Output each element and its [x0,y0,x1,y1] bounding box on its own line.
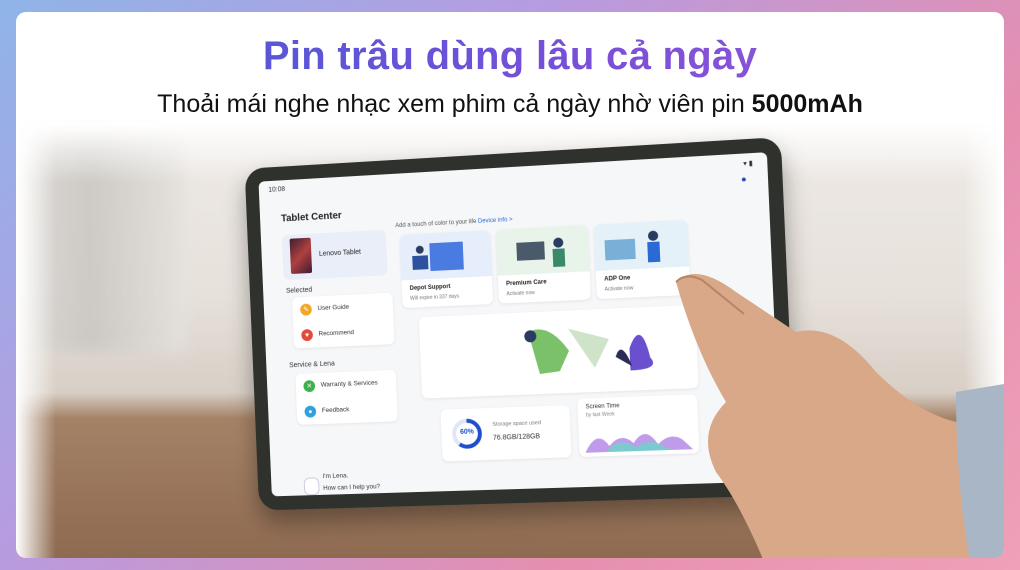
device-name: Lenovo Tablet [318,248,362,258]
promo-message: Add a touch of color to your life [395,218,477,230]
service-card-title: Premium Care [506,279,547,288]
menu-item-label: Feedback [321,406,350,415]
section-selected: Selected [285,286,313,295]
photo-scene: 10:08 ▾ ▮ ● Tablet Center Lenovo Tablet … [16,122,1004,558]
menu-item-label: Recommend [318,329,355,338]
section-service: Service & Lena [289,360,335,370]
book-icon: ✎ [300,303,313,316]
menu-item-label: Warranty & Services [320,379,378,389]
wrench-icon: ✕ [303,380,316,393]
status-time: 10:08 [268,186,286,194]
hand-holding-tablet [675,274,1004,558]
banner-subtitle: Thoải mái nghe nhạc xem phim cả ngày nhờ… [16,90,1004,119]
depot-illustration-icon [399,230,492,281]
storage-label: Storage space used [492,420,542,428]
banner-title: Pin trâu dùng lâu cả ngày [16,34,1004,79]
menu-item-warranty[interactable]: ✕ Warranty & Services [295,370,396,400]
service-card-premium[interactable]: Premium Care Activate now [495,225,591,304]
lena-prompt: How can I help you? [323,483,381,492]
storage-card[interactable]: 60% Storage space used 76.8GB/128GB [440,405,572,462]
service-card-sub: Activate now [506,289,535,298]
device-info-link[interactable]: Device info > [478,217,513,225]
robot-icon [303,477,320,496]
screen-time-title: Screen Time [585,403,620,411]
menu-item-feedback[interactable]: ● Feedback [296,396,397,425]
lena-assistant[interactable]: I'm Lena. How can I help you? [301,465,403,497]
service-card-sub: Activate now [604,285,634,293]
storage-value: 76.8GB/128GB [492,433,541,442]
app-title: Tablet Center [280,210,342,225]
device-card[interactable]: Lenovo Tablet [281,229,388,281]
menu-item-recommend[interactable]: ♥ Recommend [293,318,394,348]
menu-selected: ✎ User Guide ♥ Recommend [292,292,395,349]
lena-greeting: I'm Lena. [322,472,349,481]
edge-fade-left [16,122,56,558]
service-card-title: Depot Support [409,284,451,292]
menu-item-label: User Guide [317,303,350,313]
service-card-title: ADP One [604,275,631,283]
menu-service: ✕ Warranty & Services ● Feedback [295,369,398,425]
storage-percent: 60% [459,428,475,436]
tablet-thumbnail-icon [289,237,313,274]
screen-time-sub: by last Week [585,411,615,419]
banner-frame: 10:08 ▾ ▮ ● Tablet Center Lenovo Tablet … [16,12,1004,558]
battery-capacity: 5000mAh [751,90,863,118]
chat-icon: ● [304,405,317,418]
account-icon[interactable]: ● [741,174,752,184]
promo-text: Add a touch of color to your life Device… [395,217,512,229]
premium-illustration-icon [495,225,590,276]
status-icons: ▾ ▮ [743,160,753,168]
service-card-sub: Will expire in 337 days [410,293,460,302]
service-card-depot[interactable]: Depot Support Will expire in 337 days [399,230,494,309]
subtitle-text: Thoải mái nghe nhạc xem phim cả ngày nhờ… [157,90,752,118]
heart-icon: ♥ [301,328,314,342]
